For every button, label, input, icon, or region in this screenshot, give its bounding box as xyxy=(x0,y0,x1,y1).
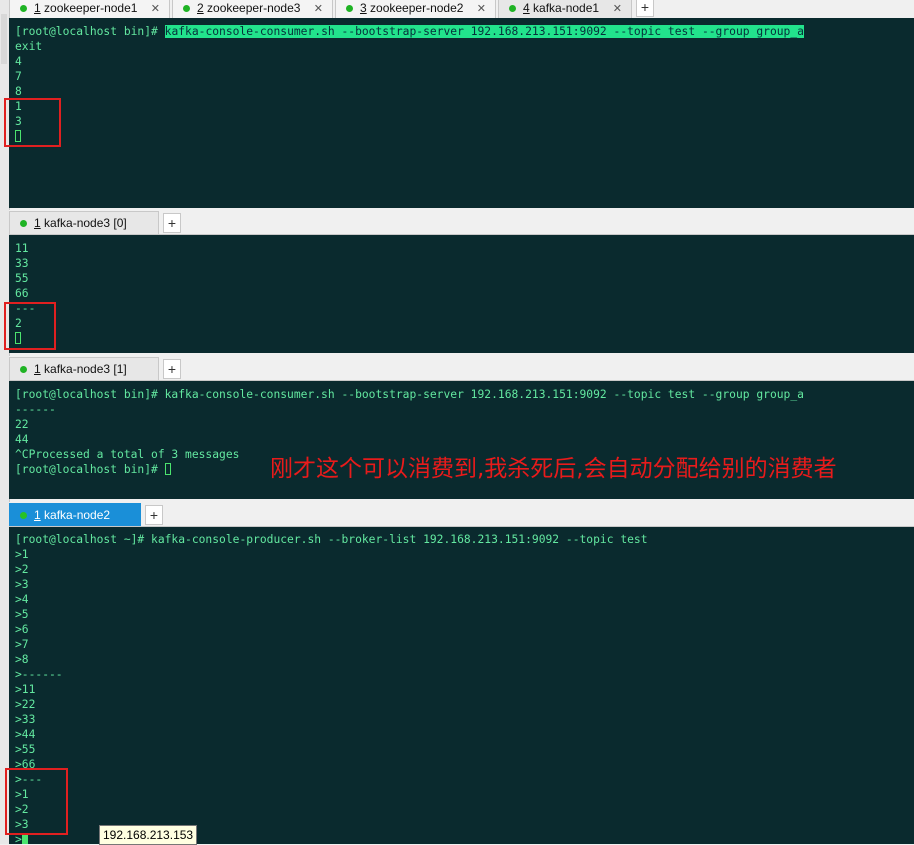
terminal-2[interactable]: 11 33 55 66 --- 2 xyxy=(9,235,914,353)
tab-zookeeper-node2[interactable]: 3 zookeeper-node2 ✕ xyxy=(335,0,496,18)
output-line: >1 xyxy=(15,548,29,561)
close-icon[interactable]: ✕ xyxy=(477,2,486,15)
add-tab-button[interactable]: + xyxy=(145,505,163,525)
status-dot-icon xyxy=(20,4,27,12)
output-line: >8 xyxy=(15,653,29,666)
output-line: 8 xyxy=(15,85,22,98)
output-line: >6 xyxy=(15,623,29,636)
output-line: >33 xyxy=(15,713,36,726)
status-dot-icon xyxy=(509,4,516,12)
tab-kafka-node3-1[interactable]: 1 kafka-node3 [1] xyxy=(9,357,159,380)
pane-2: 1 kafka-node3 [0] + 11 33 55 66 --- 2 xyxy=(9,210,914,353)
close-icon[interactable]: ✕ xyxy=(613,2,622,15)
output-line: >7 xyxy=(15,638,29,651)
tab-zookeeper-node1[interactable]: 1 zookeeper-node1 ✕ xyxy=(9,0,170,18)
status-dot-icon xyxy=(183,4,190,12)
tab-zookeeper-node3[interactable]: 2 zookeeper-node3 ✕ xyxy=(172,0,333,18)
tab-bar-2: 1 kafka-node3 [0] + xyxy=(9,210,914,235)
output-line: >55 xyxy=(15,743,36,756)
tab-bar-3: 1 kafka-node3 [1] + xyxy=(9,356,914,381)
output-line: ------ xyxy=(15,403,56,416)
output-line: >22 xyxy=(15,698,36,711)
output-line: 11 xyxy=(15,242,29,255)
prompt-line: [root@localhost bin]# xyxy=(15,462,171,477)
prompt-line: [root@localhost bin]# kafka-console-cons… xyxy=(15,25,804,38)
output-line: 4 xyxy=(15,55,22,68)
close-icon[interactable]: ✕ xyxy=(151,2,160,15)
red-highlight-box xyxy=(5,768,68,835)
text-cursor xyxy=(164,463,171,475)
host-tooltip: 192.168.213.153 xyxy=(99,825,198,845)
prompt-line: [root@localhost bin]# kafka-console-cons… xyxy=(15,388,804,401)
output-line: >3 xyxy=(15,578,29,591)
red-highlight-box xyxy=(4,302,56,350)
add-tab-button[interactable]: + xyxy=(163,213,181,233)
pane-4: 1 kafka-node2 + [root@localhost ~]# kafk… xyxy=(9,502,914,844)
terminal-3[interactable]: [root@localhost bin]# kafka-console-cons… xyxy=(9,381,914,499)
terminal-4[interactable]: [root@localhost ~]# kafka-console-produc… xyxy=(9,527,914,844)
output-line: 7 xyxy=(15,70,22,83)
status-dot-icon xyxy=(20,365,27,373)
output-line: 66 xyxy=(15,287,29,300)
tab-bar-1: 1 zookeeper-node1 ✕ 2 zookeeper-node3 ✕ 3 … xyxy=(9,0,914,19)
add-tab-button[interactable]: + xyxy=(163,359,181,379)
output-line: 33 xyxy=(15,257,29,270)
side-handle[interactable] xyxy=(1,14,7,64)
output-line: >5 xyxy=(15,608,29,621)
prompt-line: [root@localhost ~]# kafka-console-produc… xyxy=(15,533,648,546)
highlighted-command: kafka-console-consumer.sh --bootstrap-se… xyxy=(164,25,804,38)
pane-1: 1 zookeeper-node1 ✕ 2 zookeeper-node3 ✕ 3 … xyxy=(9,0,914,208)
terminal-1[interactable]: [root@localhost bin]# kafka-console-cons… xyxy=(9,18,914,208)
tab-kafka-node2[interactable]: 1 kafka-node2 xyxy=(9,503,141,526)
tab-bar-4: 1 kafka-node2 + xyxy=(9,502,914,527)
output-line: >44 xyxy=(15,728,36,741)
output-line: ^CProcessed a total of 3 messages xyxy=(15,448,240,461)
add-tab-button[interactable]: + xyxy=(636,0,654,17)
output-line: 55 xyxy=(15,272,29,285)
close-icon[interactable]: ✕ xyxy=(314,2,323,15)
tab-kafka-node1[interactable]: 4 kafka-node1 ✕ xyxy=(498,0,632,18)
status-dot-icon xyxy=(20,511,27,519)
annotation-text: 刚才这个可以消费到,我杀死后,会自动分配给别的消费者 xyxy=(270,456,837,482)
output-line: 44 xyxy=(15,433,29,446)
status-dot-icon xyxy=(20,219,27,227)
output-line: >------ xyxy=(15,668,63,681)
output-line: 22 xyxy=(15,418,29,431)
output-line: >2 xyxy=(15,563,29,576)
output-line: exit xyxy=(15,40,43,53)
output-line: >4 xyxy=(15,593,29,606)
pane-3: 1 kafka-node3 [1] + [root@localhost bin]… xyxy=(9,356,914,499)
red-highlight-box xyxy=(4,98,61,147)
output-line: >11 xyxy=(15,683,36,696)
tab-kafka-node3-0[interactable]: 1 kafka-node3 [0] xyxy=(9,211,159,234)
status-dot-icon xyxy=(346,4,353,12)
